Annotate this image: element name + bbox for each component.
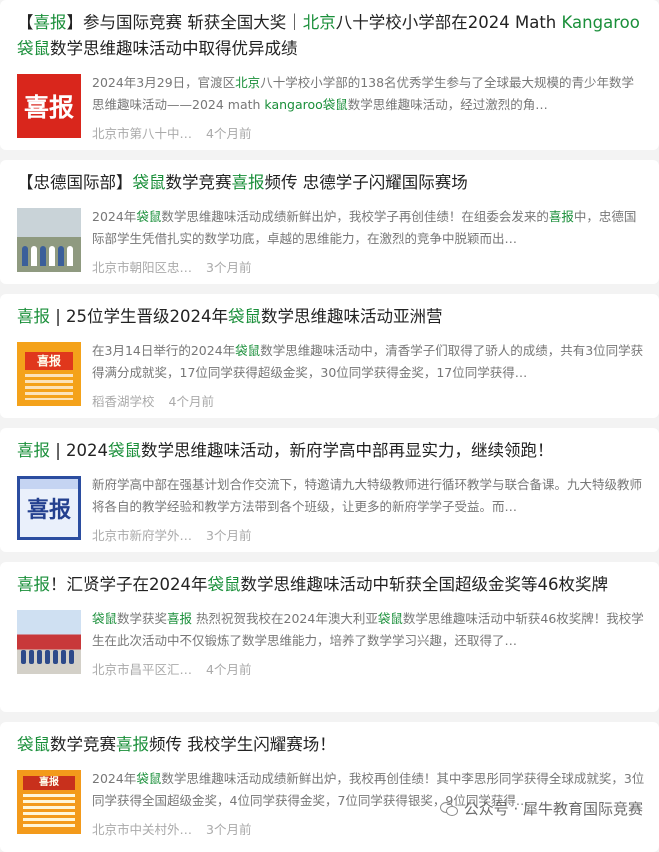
highlight-keyword: 袋鼠 [136, 209, 162, 224]
article-card[interactable]: 【忠德国际部】袋鼠数学竞赛喜报频传 忠德学子闪耀国际赛场 2024年袋鼠数学思维… [0, 160, 659, 284]
article-time: 4个月前 [206, 662, 252, 677]
article-snippet: 新府学高中部在强基计划合作交流下，特邀请九大特级教师进行循环教学与联合备课。九大… [92, 474, 645, 518]
highlight-keyword: 喜报 [33, 13, 67, 32]
highlight-keyword: 袋鼠 [322, 97, 348, 112]
article-source[interactable]: 北京市中关村外… [92, 822, 192, 837]
text-segment: 】参与国际竞赛 斩获全国大奖｜ [66, 13, 303, 32]
highlight-keyword: 袋鼠 [207, 575, 241, 594]
red-xibao-poster-thumbnail[interactable]: 喜报 [17, 74, 81, 138]
article-source[interactable]: 北京市朝阳区忠… [92, 260, 192, 275]
article-title[interactable]: 喜报 | 2024袋鼠数学思维趣味活动，新府学高中部再显实力，继续领跑！ [17, 428, 645, 464]
text-segment: 数学思维趣味活动，新府学高中部再显实力，继续领跑！ [141, 441, 554, 460]
highlight-keyword: 喜报 [167, 611, 193, 626]
text-segment: 频传 忠德学子闪耀国际赛场 [264, 173, 468, 192]
text-segment: 2024年3月29日，官渡区 [92, 75, 236, 90]
text-segment: 数学竞赛 [165, 173, 232, 192]
text-segment: 在3月14日举行的2024年 [92, 343, 236, 358]
article-card[interactable]: 喜报 | 25位学生晋级2024年袋鼠数学思维趣味活动亚洲营 喜报 在3月14日… [0, 294, 659, 418]
text-segment: 2024年 [92, 209, 137, 224]
text-segment: ！汇贤学子在2024年 [50, 575, 208, 594]
award-ceremony-photo-thumbnail[interactable] [17, 610, 81, 674]
highlight-keyword: 袋鼠 [17, 39, 50, 58]
student-group-photo-thumbnail[interactable] [17, 208, 81, 272]
article-card[interactable]: 喜报 | 2024袋鼠数学思维趣味活动，新府学高中部再显实力，继续领跑！ 喜报 … [0, 428, 659, 552]
highlight-keyword: 北京 [302, 13, 336, 32]
article-title[interactable]: 喜报！汇贤学子在2024年袋鼠数学思维趣味活动中斩获全国超级金奖等46枚奖牌 [17, 562, 645, 598]
article-source[interactable]: 北京市昌平区汇… [92, 662, 192, 677]
article-source[interactable]: 稻香湖学校 [92, 394, 155, 409]
highlight-keyword: 袋鼠 [92, 611, 118, 626]
article-time: 4个月前 [168, 394, 214, 409]
highlight-keyword: 袋鼠 [228, 307, 262, 326]
text-segment: 数学思维趣味活动，经过激烈的角… [347, 97, 548, 112]
article-time: 3个月前 [206, 822, 252, 837]
article-snippet: 袋鼠数学获奖喜报 热烈祝贺我校在2024年澳大利亚袋鼠数学思维趣味活动中斩获46… [92, 608, 645, 652]
orange-poster-thumbnail[interactable]: 喜报 [17, 770, 81, 834]
article-title[interactable]: 【忠德国际部】袋鼠数学竞赛喜报频传 忠德学子闪耀国际赛场 [17, 160, 645, 196]
article-time: 4个月前 [206, 126, 252, 141]
highlight-keyword: 喜报 [17, 575, 50, 594]
article-snippet: 2024年3月29日，官渡区北京八十学校小学部的138名优秀学生参与了全球最大规… [92, 72, 645, 116]
article-snippet: 在3月14日举行的2024年袋鼠数学思维趣味活动中，清香学子们取得了骄人的成绩，… [92, 340, 645, 384]
article-time: 3个月前 [206, 528, 252, 543]
article-time: 3个月前 [206, 260, 252, 275]
text-segment: 【忠德国际部】 [17, 173, 133, 192]
highlight-keyword: 喜报 [116, 735, 149, 754]
highlight-keyword: 袋鼠 [235, 343, 261, 358]
highlight-keyword: 袋鼠 [17, 735, 50, 754]
highlight-keyword: 喜报 [548, 209, 574, 224]
text-segment: 频传 我校学生闪耀赛场！ [149, 735, 336, 754]
text-segment: 数学思维趣味活动成绩新鲜出炉，我校学子再创佳绩！在组委会发来的 [161, 209, 549, 224]
watermark-text: 公众号 · 犀牛教育国际竞赛 [463, 800, 643, 818]
highlight-keyword: 袋鼠 [108, 441, 142, 460]
blue-xibao-poster-thumbnail[interactable]: 喜报 [17, 476, 81, 540]
article-card[interactable]: 【喜报】参与国际竞赛 斩获全国大奖｜北京八十学校小学部在2024 Math Ka… [0, 0, 659, 150]
text-segment: 热烈祝贺我校在2024年澳大利亚 [192, 611, 378, 626]
article-title[interactable]: 袋鼠数学竞赛喜报频传 我校学生闪耀赛场！ [17, 722, 645, 758]
article-source[interactable]: 北京市新府学外… [92, 528, 192, 543]
text-segment: 数学思维趣味活动中斩获全国超级金奖等46枚奖牌 [240, 575, 609, 594]
highlight-keyword: 袋鼠 [136, 771, 162, 786]
text-segment: 【 [17, 13, 34, 32]
article-card[interactable]: 袋鼠数学竞赛喜报频传 我校学生闪耀赛场！ 喜报 2024年袋鼠数学思维趣味活动成… [0, 722, 659, 852]
text-segment: 八十学校小学部在2024 Math [335, 13, 562, 32]
highlight-keyword: kangaroo [264, 97, 323, 112]
text-segment: 数学思维趣味活动中取得优异成绩 [50, 39, 298, 58]
highlight-keyword: 袋鼠 [377, 611, 403, 626]
text-segment: 2024年 [92, 771, 137, 786]
article-card[interactable]: 喜报！汇贤学子在2024年袋鼠数学思维趣味活动中斩获全国超级金奖等46枚奖牌 袋… [0, 562, 659, 712]
text-segment: | 2024 [50, 441, 109, 460]
text-segment: 数学思维趣味活动亚洲营 [261, 307, 443, 326]
article-source[interactable]: 北京市第八十中… [92, 126, 192, 141]
highlight-keyword: 喜报 [17, 441, 50, 460]
highlight-keyword: 喜报 [231, 173, 265, 192]
highlight-keyword: 喜报 [17, 307, 50, 326]
highlight-keyword: Kangaroo [561, 13, 640, 32]
highlight-keyword: 袋鼠 [132, 173, 166, 192]
article-feed: 【喜报】参与国际竞赛 斩获全国大奖｜北京八十学校小学部在2024 Math Ka… [0, 0, 659, 852]
text-segment: | 25位学生晋级2024年 [50, 307, 229, 326]
text-segment: 新府学高中部在强基计划合作交流下，特邀请九大特级教师进行循环教学与联合备课。九大… [92, 477, 643, 514]
article-title[interactable]: 喜报 | 25位学生晋级2024年袋鼠数学思维趣味活动亚洲营 [17, 294, 645, 330]
highlight-keyword: 北京 [235, 75, 261, 90]
text-segment: 数学竞赛 [50, 735, 116, 754]
orange-xibao-poster-thumbnail[interactable]: 喜报 [17, 342, 81, 406]
wechat-icon [439, 801, 458, 816]
article-snippet: 2024年袋鼠数学思维趣味活动成绩新鲜出炉，我校学子再创佳绩！在组委会发来的喜报… [92, 206, 645, 250]
wechat-watermark: 公众号 · 犀牛教育国际竞赛 [439, 798, 643, 819]
article-title[interactable]: 【喜报】参与国际竞赛 斩获全国大奖｜北京八十学校小学部在2024 Math Ka… [17, 0, 645, 62]
text-segment: 数学获奖 [117, 611, 168, 626]
